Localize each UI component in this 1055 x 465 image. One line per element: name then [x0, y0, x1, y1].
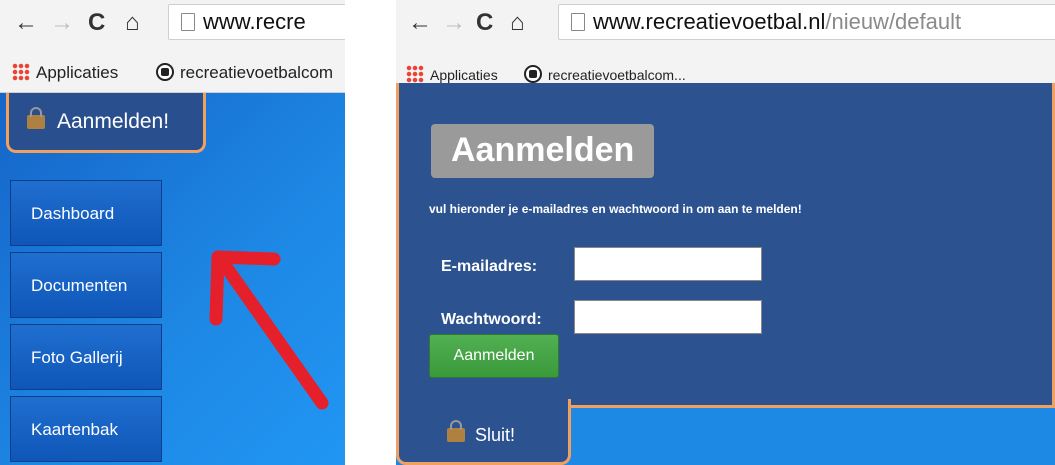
login-panel: Aanmelden vul hieronder je e-mailadres e… — [396, 83, 1055, 408]
password-label: Wachtwoord: — [441, 311, 542, 328]
red-arrow-annotation — [209, 250, 329, 410]
address-bar[interactable]: www.recre — [168, 4, 345, 40]
page-content: Aanmelden! Dashboard Documenten Foto Gal… — [0, 93, 345, 465]
email-field[interactable] — [574, 247, 762, 281]
apps-grid-icon — [406, 65, 424, 83]
lock-icon — [27, 107, 45, 129]
lock-icon — [447, 420, 465, 442]
bookmark-recreatievoetbal[interactable]: recreatievoetbalcom — [156, 63, 333, 83]
back-icon[interactable]: ← — [14, 8, 38, 38]
url-path: /nieuw/default — [825, 9, 962, 34]
browser-toolbar: ← → C ⌂ www.recre — [0, 0, 345, 55]
soccer-ball-icon — [156, 63, 174, 81]
apps-grid-icon — [12, 63, 30, 81]
url-domain: www.recreatievoetbal.nl — [593, 9, 826, 34]
back-icon[interactable]: ← — [408, 8, 432, 38]
home-icon[interactable]: ⌂ — [125, 8, 140, 38]
reload-icon[interactable]: C — [88, 8, 105, 38]
address-bar[interactable]: www.recreatievoetbal.nl/nieuw/default — [558, 4, 1055, 40]
sidebar-item-kaartenbak[interactable]: Kaartenbak — [10, 396, 162, 462]
close-login-tab[interactable]: Sluit! — [396, 399, 571, 465]
login-tab[interactable]: Aanmelden! — [6, 93, 206, 153]
password-field[interactable] — [574, 300, 762, 334]
home-icon[interactable]: ⌂ — [510, 8, 525, 38]
page-icon — [181, 13, 195, 31]
reload-icon[interactable]: C — [476, 8, 493, 38]
bookmark-applicaties[interactable]: Applicaties — [12, 63, 118, 83]
page-content: Aanmelden vul hieronder je e-mailadres e… — [396, 83, 1055, 465]
email-label: E-mailadres: — [441, 258, 538, 275]
soccer-ball-icon — [524, 65, 542, 83]
sidebar-item-documenten[interactable]: Documenten — [10, 252, 162, 318]
left-screenshot: ← → C ⌂ www.recre Applicaties recreatiev… — [0, 0, 345, 465]
login-intro-text: vul hieronder je e-mailadres en wachtwoo… — [429, 202, 802, 216]
page-icon — [571, 13, 585, 31]
sidebar-item-foto-gallerij[interactable]: Foto Gallerij — [10, 324, 162, 390]
bookmarks-bar: Applicaties recreatievoetbalcom — [0, 55, 345, 93]
url-text: www.recre — [203, 9, 306, 34]
bookmark-applicaties[interactable]: Applicaties — [406, 65, 498, 83]
sidebar-item-dashboard[interactable]: Dashboard — [10, 180, 162, 246]
login-title: Aanmelden — [431, 124, 655, 178]
right-screenshot: ← → C ⌂ www.recreatievoetbal.nl/nieuw/de… — [396, 0, 1055, 465]
browser-toolbar: ← → C ⌂ www.recreatievoetbal.nl/nieuw/de… — [396, 0, 1055, 55]
forward-icon[interactable]: → — [50, 8, 74, 38]
forward-icon[interactable]: → — [442, 8, 466, 38]
login-submit-button[interactable]: Aanmelden — [429, 334, 559, 378]
bookmark-recreatievoetbal[interactable]: recreatievoetbalcom... — [524, 65, 686, 83]
